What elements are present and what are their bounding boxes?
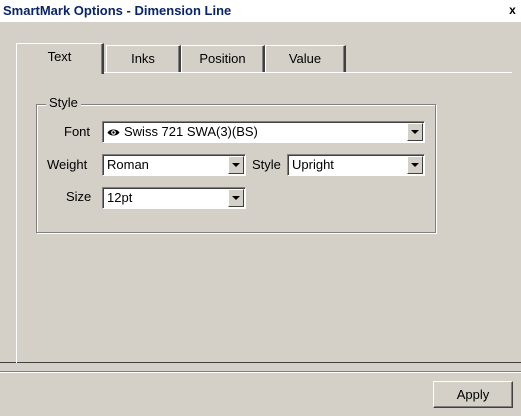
weight-label: Weight <box>47 157 88 172</box>
font-label: Font <box>64 124 91 139</box>
tab-value[interactable]: Value <box>265 45 346 72</box>
font-value: Swiss 721 SWA(3)(BS) <box>124 124 258 139</box>
weight-select[interactable]: Roman <box>102 154 246 176</box>
footer-separator-highlight <box>0 372 521 373</box>
style-value: Upright <box>292 157 334 172</box>
style-label: Style <box>252 157 281 172</box>
font-dropdown-arrow-icon[interactable] <box>407 123 423 141</box>
style-dropdown-arrow-icon[interactable] <box>407 156 423 174</box>
weight-dropdown-arrow-icon[interactable] <box>228 156 244 174</box>
style-group-legend: Style <box>46 95 81 110</box>
apply-button[interactable]: Apply <box>433 381 513 408</box>
tab-inks[interactable]: Inks <box>106 45 181 72</box>
close-button[interactable]: x <box>506 3 519 17</box>
tab-inks-label: Inks <box>131 51 155 66</box>
tab-text[interactable]: Text <box>16 43 104 74</box>
weight-value: Roman <box>107 157 149 172</box>
size-select[interactable]: 12pt <box>102 187 246 209</box>
tab-position-label: Position <box>199 51 246 66</box>
tab-value-label: Value <box>288 51 322 66</box>
tab-text-label: Text <box>47 49 72 64</box>
tab-position[interactable]: Position <box>181 45 265 72</box>
eye-icon <box>107 129 120 136</box>
title-bar: SmartMark Options - Dimension Line x <box>0 0 521 22</box>
size-dropdown-arrow-icon[interactable] <box>228 189 244 207</box>
size-value: 12pt <box>107 190 133 205</box>
window-title: SmartMark Options - Dimension Line <box>3 3 232 18</box>
font-select[interactable]: Swiss 721 SWA(3)(BS) <box>102 121 425 143</box>
size-label: Size <box>66 189 92 204</box>
style-select[interactable]: Upright <box>287 154 425 176</box>
